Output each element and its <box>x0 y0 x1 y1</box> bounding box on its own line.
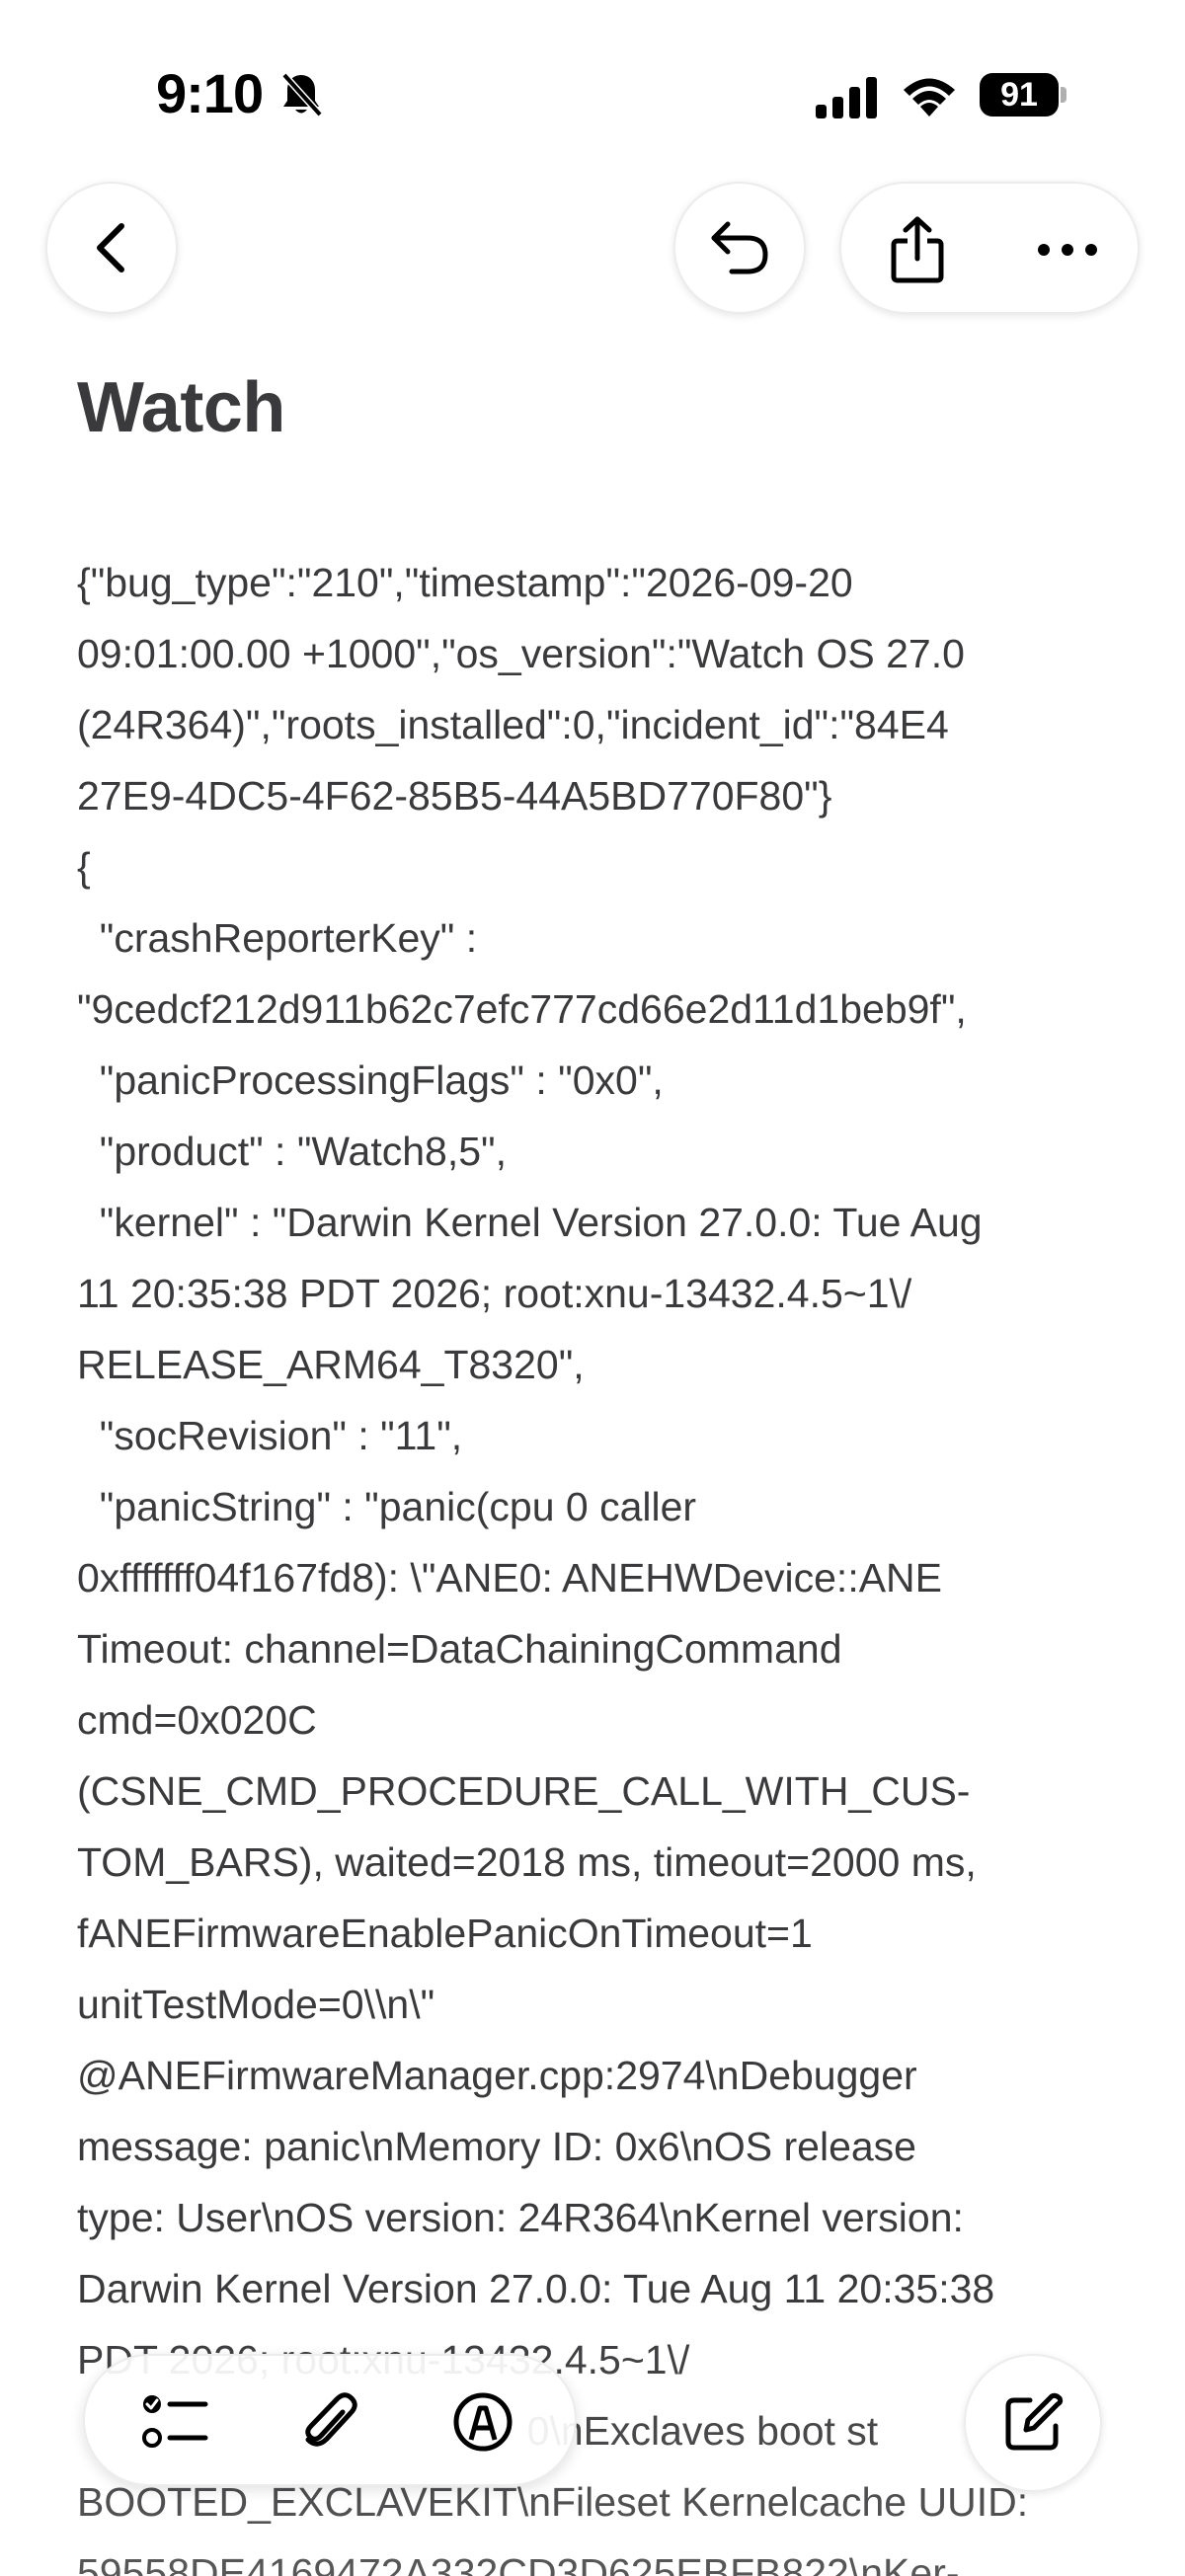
note-line: 11 20:35:38 PDT 2026; root:xnu-13432.4.5… <box>77 1271 912 1316</box>
note-body[interactable]: {"bug_type":"210","timestamp":"2026-09-2… <box>77 547 1124 2576</box>
status-time: 9:10 <box>156 62 264 124</box>
note-line: Timeout: channel=DataChainingCommand <box>77 1626 842 1672</box>
note-line: (24R364)","roots_installed":0,"incident_… <box>77 702 949 747</box>
note-line: "panicProcessingFlags" : "0x0", <box>77 1057 664 1103</box>
note-line: message: panic\nMemory ID: 0x6\nOS relea… <box>77 2124 916 2169</box>
compose-button[interactable] <box>964 2354 1102 2492</box>
chevron-left-icon <box>97 223 124 273</box>
actions-pill <box>839 182 1140 314</box>
bottom-toolbar <box>83 2354 577 2486</box>
markup-button[interactable] <box>436 2376 529 2468</box>
checklist-icon <box>142 2395 208 2448</box>
undo-arrow-icon <box>711 221 768 274</box>
note-line: "9cedcf212d911b62c7efc777cd66e2d11d1beb9… <box>77 986 967 1032</box>
note-line: type: User\nOS version: 24R364\nKernel v… <box>77 2195 964 2240</box>
note-line: 0xfffffff04f167fd8): \"ANE0: ANEHWDevice… <box>77 1555 943 1600</box>
note-line: fANEFirmwareEnablePanicOnTimeout=1 <box>77 1911 813 1956</box>
note-line: "socRevision" : "11", <box>77 1413 463 1458</box>
compose-icon <box>1005 2392 1064 2451</box>
note-title[interactable]: Watch <box>77 367 285 448</box>
undo-button[interactable] <box>673 182 806 314</box>
note-line: "product" : "Watch8,5", <box>77 1129 507 1174</box>
paperclip-icon <box>305 2392 357 2447</box>
wifi-icon <box>904 78 955 117</box>
note-line: "crashReporterKey" : <box>77 915 478 961</box>
battery-icon: 91 <box>980 73 1066 117</box>
cellular-signal-icon <box>816 77 877 118</box>
status-bar: 9:10 91 <box>0 0 1185 188</box>
battery-cap <box>1061 87 1066 103</box>
bell-slash-icon <box>281 72 323 117</box>
note-line: Darwin Kernel Version 27.0.0: Tue Aug 11… <box>77 2266 995 2311</box>
note-line: {"bug_type":"210","timestamp":"2026-09-2… <box>77 560 853 605</box>
note-line: TOM_BARS), waited=2018 ms, timeout=2000 … <box>77 1839 977 1885</box>
ellipsis-icon <box>1038 244 1097 256</box>
note-line: @ANEFirmwareManager.cpp:2974\nDebugger <box>77 2053 917 2098</box>
back-button[interactable] <box>45 182 178 314</box>
more-button[interactable] <box>1021 203 1114 296</box>
note-line: 09:01:00.00 +1000","os_version":"Watch O… <box>77 631 965 676</box>
note-line: unitTestMode=0\\n\" <box>77 1982 435 2027</box>
note-line: 59558DE4169472A332CD3D625EBFB822\nKer- <box>77 2550 960 2576</box>
note-line: { <box>77 844 91 890</box>
note-line: "panicString" : "panic(cpu 0 caller <box>77 1484 697 1529</box>
attach-button[interactable] <box>282 2376 375 2468</box>
battery-level: 91 <box>980 73 1059 117</box>
note-line: cmd=0x020C <box>77 1697 317 1743</box>
share-icon <box>891 216 944 283</box>
share-button[interactable] <box>871 203 964 296</box>
notes-screen: 9:10 91 Watch {"bug_type":"210","timesta… <box>0 0 1185 2576</box>
note-line: 27E9-4DC5-4F62-85B5-44A5BD770F80"} <box>77 773 832 819</box>
note-line: "kernel" : "Darwin Kernel Version 27.0.0… <box>77 1200 983 1245</box>
markup-pen-icon <box>453 2392 513 2452</box>
note-line: RELEASE_ARM64_T8320", <box>77 1342 585 1387</box>
checklist-button[interactable] <box>128 2376 221 2468</box>
note-line: (CSNE_CMD_PROCEDURE_CALL_WITH_CUS- <box>77 1768 971 1814</box>
